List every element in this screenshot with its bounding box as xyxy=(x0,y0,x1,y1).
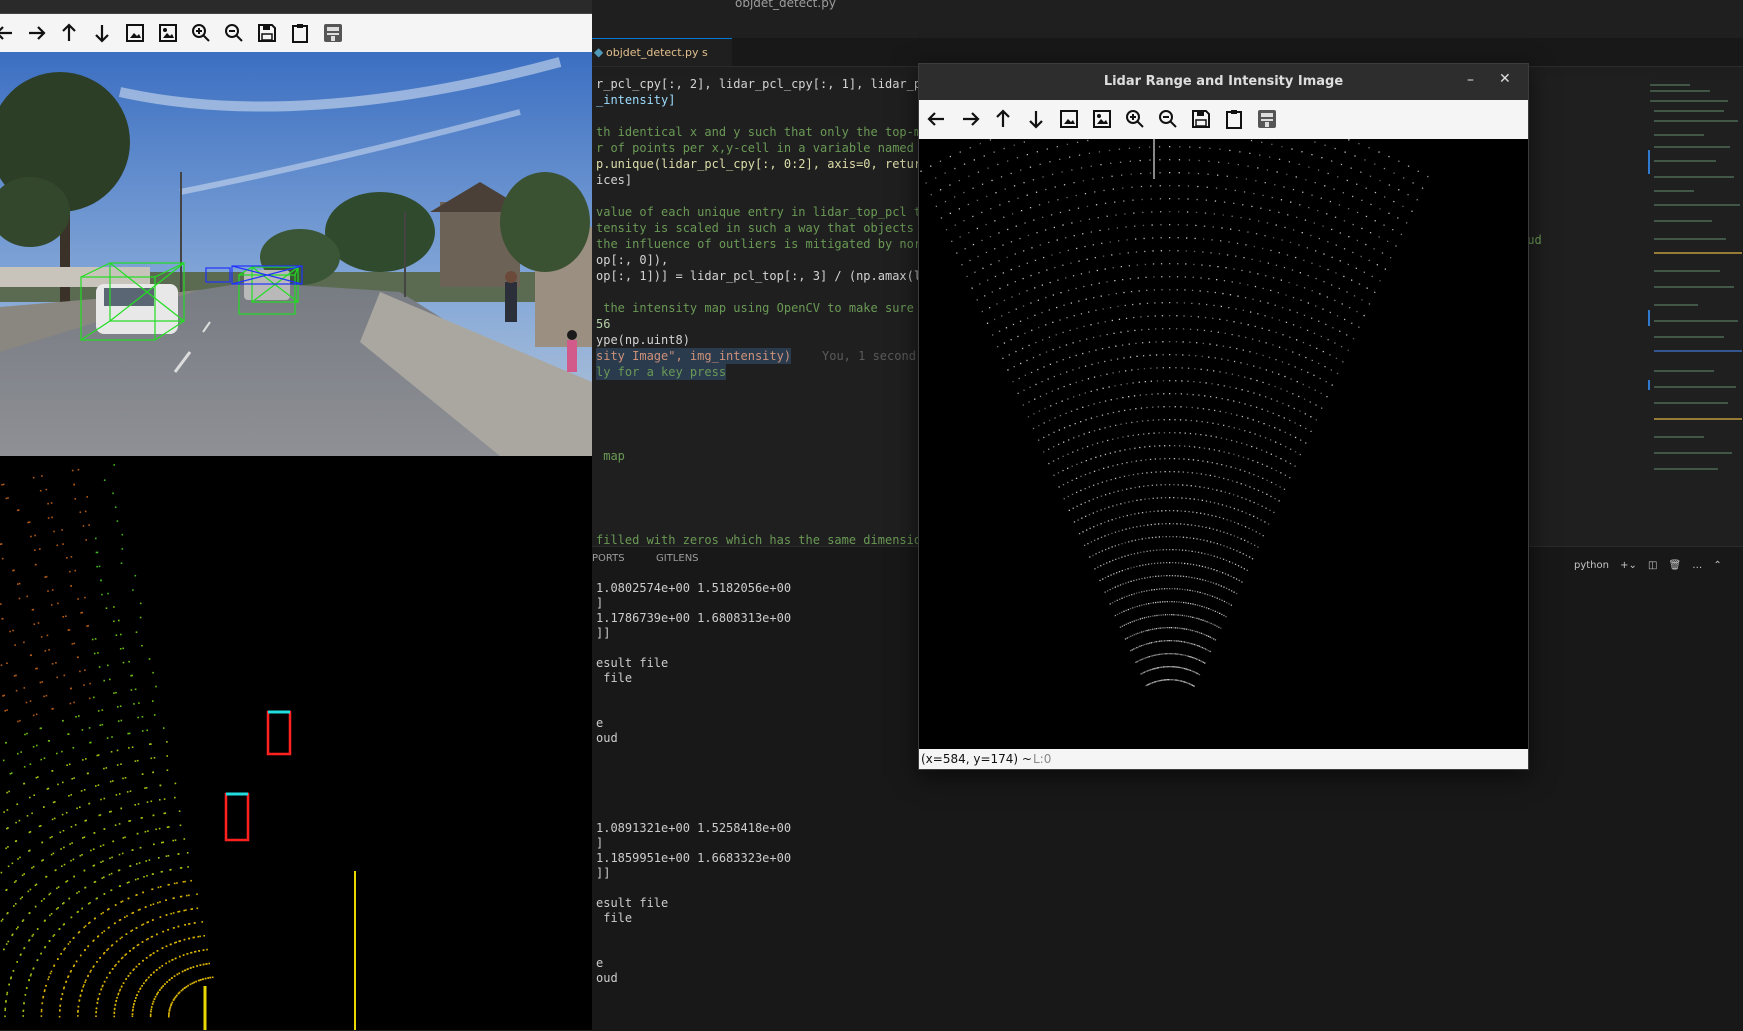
code-line: tensity is scaled in such a way that obj… xyxy=(596,221,936,235)
pan-up-icon[interactable] xyxy=(56,20,82,46)
intensity-points xyxy=(920,139,1429,687)
terminal-line: esult file xyxy=(596,656,669,670)
terminal-line: 1.1786739e+00 1.6808313e+00 xyxy=(596,611,792,625)
terminal-line: ] xyxy=(596,836,604,850)
save-icon[interactable] xyxy=(1188,106,1214,132)
terminal-line: ]] xyxy=(596,626,611,640)
pan-down-icon[interactable] xyxy=(1023,106,1049,132)
forward-arrow-icon[interactable] xyxy=(23,20,49,46)
terminal-line: ] xyxy=(596,596,604,610)
git-blame-annotation: You, 1 second xyxy=(822,349,916,363)
python-file-icon: ◆ xyxy=(594,45,604,59)
window-titlebar[interactable] xyxy=(0,0,592,14)
vscode-title: objdet_detect.py xyxy=(735,0,836,10)
terminal-line: ]] xyxy=(596,866,611,880)
terminal-line: 1.0891321e+00 1.5258418e+00 xyxy=(596,821,792,835)
image-toolbar xyxy=(0,14,592,52)
terminal-line: e xyxy=(596,716,604,730)
terminal-line: 1.1859951e+00 1.6683323e+00 xyxy=(596,851,792,865)
code-line: op[:, 1])] = lidar_pcl_top[:, 3] / (np.a… xyxy=(596,269,936,283)
image-settings-icon[interactable] xyxy=(155,20,181,46)
back-arrow-icon[interactable] xyxy=(0,20,18,46)
window-title: Lidar Range and Intensity Image xyxy=(1103,74,1344,89)
add-terminal-icon[interactable]: +⌄ xyxy=(1620,560,1637,571)
code-line: op[:, 0]), xyxy=(596,253,669,267)
pixel-value: L:0 xyxy=(1033,752,1052,766)
intensity-image xyxy=(919,139,1528,749)
python-terminal-label[interactable]: python xyxy=(1574,560,1609,571)
terminal-line: e xyxy=(596,956,604,970)
terminal-line: oud xyxy=(596,971,618,985)
bev-point-cloud xyxy=(0,456,592,1030)
lidar-intensity-window[interactable]: Lidar Range and Intensity Image – ✕ (x=5… xyxy=(918,63,1529,770)
bev-point-rings xyxy=(0,464,214,1018)
terminal-line: esult file xyxy=(596,896,669,910)
camera-image xyxy=(0,52,592,456)
code-line: r_pcl_cpy[:, 2], lidar_pcl_cpy[:, 1], li… xyxy=(596,77,936,91)
image-icon[interactable] xyxy=(122,20,148,46)
image-toolbar xyxy=(919,100,1528,139)
terminal-line: 1.0802574e+00 1.5182056e+00 xyxy=(596,581,792,595)
tab-objdet-detect[interactable]: ◆ objdet_detect.py s xyxy=(592,38,732,66)
code-line: ices] xyxy=(596,173,633,187)
copy-clipboard-icon[interactable] xyxy=(287,20,313,46)
tab-ports[interactable]: PORTS xyxy=(592,553,625,564)
tab-label: objdet_detect.py s xyxy=(606,46,708,59)
pan-up-icon[interactable] xyxy=(990,106,1016,132)
minimap[interactable] xyxy=(1648,80,1742,550)
minimize-button[interactable]: – xyxy=(1467,72,1474,88)
cursor-coordinates: (x=584, y=174) ~ xyxy=(921,752,1032,766)
bev-detection-box xyxy=(266,710,292,756)
more-icon[interactable]: … xyxy=(1692,560,1702,571)
code-line: map xyxy=(596,449,625,463)
code-line: p.unique(lidar_pcl_cpy[:, 0:2], axis=0, … xyxy=(596,157,936,171)
zoom-in-icon[interactable] xyxy=(188,20,214,46)
copy-clipboard-icon[interactable] xyxy=(1221,106,1247,132)
panel-actions: python +⌄ ◫ 🗑 … ⌃ xyxy=(1574,553,1743,571)
code-line-selected: sity Image", img_intensity) xyxy=(596,348,792,364)
save-icon[interactable] xyxy=(254,20,280,46)
properties-icon[interactable] xyxy=(320,20,346,46)
terminal-line: file xyxy=(596,911,633,925)
image-settings-icon[interactable] xyxy=(1089,106,1115,132)
properties-icon[interactable] xyxy=(1254,106,1280,132)
trash-icon[interactable]: 🗑 xyxy=(1668,560,1681,571)
tab-gitlens[interactable]: GITLENS xyxy=(656,553,699,564)
code-line: ype(np.uint8) xyxy=(596,333,690,347)
code-line: _intensity] xyxy=(596,93,676,107)
close-button[interactable]: ✕ xyxy=(1499,71,1511,87)
back-arrow-icon[interactable] xyxy=(924,106,950,132)
code-line-selected: ly for a key press xyxy=(596,364,727,380)
image-icon[interactable] xyxy=(1056,106,1082,132)
split-icon[interactable]: ◫ xyxy=(1648,560,1657,571)
code-line: 56 xyxy=(596,317,611,331)
terminal-line: file xyxy=(596,671,633,685)
code-line: th identical x and y such that only the … xyxy=(596,125,936,139)
forward-arrow-icon[interactable] xyxy=(957,106,983,132)
code-line: the intensity map using OpenCV to make s… xyxy=(596,301,936,315)
code-line: r of points per x,y-cell in a variable n… xyxy=(596,141,936,155)
zoom-out-icon[interactable] xyxy=(1155,106,1181,132)
zoom-in-icon[interactable] xyxy=(1122,106,1148,132)
code-line: the influence of outliers is mitigated b… xyxy=(596,237,936,251)
chevron-up-icon[interactable]: ⌃ xyxy=(1713,560,1721,571)
window-titlebar[interactable]: Lidar Range and Intensity Image – ✕ xyxy=(919,64,1528,100)
code-line: value of each unique entry in lidar_top_… xyxy=(596,205,929,219)
pan-down-icon[interactable] xyxy=(89,20,115,46)
panel-tabs: PORTS GITLENS xyxy=(592,553,892,571)
bev-detection-box xyxy=(224,792,250,842)
zoom-out-icon[interactable] xyxy=(221,20,247,46)
camera-bev-window[interactable] xyxy=(0,0,592,1030)
terminal-line: oud xyxy=(596,731,618,745)
status-bar: (x=584, y=174) ~ L:0 xyxy=(919,749,1528,769)
